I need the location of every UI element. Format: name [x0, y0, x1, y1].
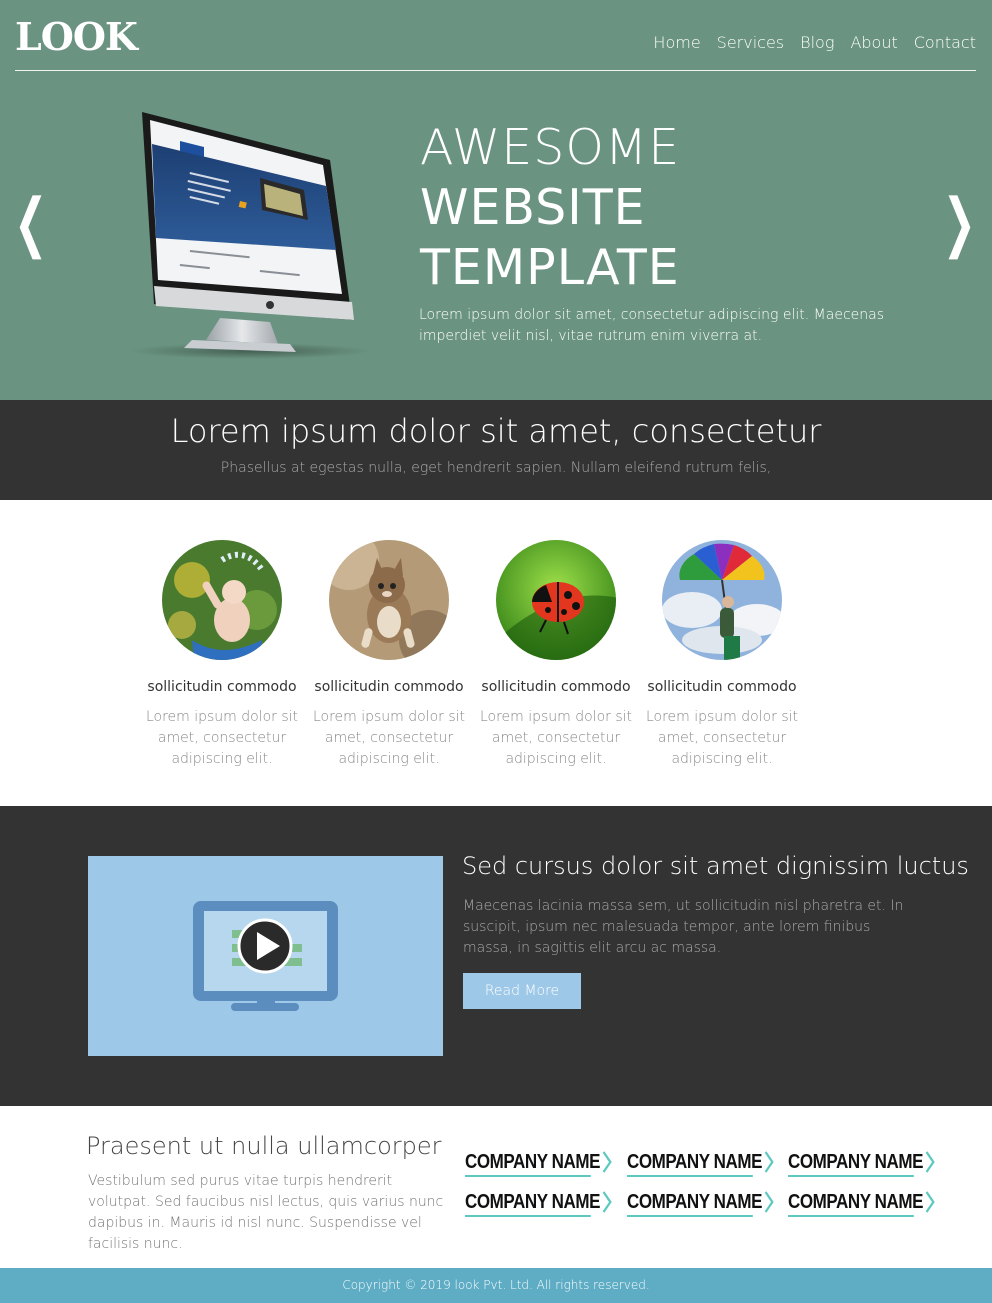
features-section: sollicitudin commodo Lorem ipsum dolor s…: [0, 500, 992, 806]
feature-card: sollicitudin commodo Lorem ipsum dolor s…: [642, 540, 802, 770]
chevron-right-icon: [602, 1151, 612, 1173]
feature-image-umbrella: [662, 540, 782, 660]
band-title: Lorem ipsum dolor sit amet, consectetur: [170, 412, 822, 450]
logo[interactable]: LOOK: [15, 14, 138, 59]
company-underline: [788, 1215, 914, 1217]
feature-title: sollicitudin commodo: [647, 679, 797, 695]
company-name: COMPANY NAME: [465, 1150, 601, 1173]
partners-title: Praesent ut nulla ullamcorper: [86, 1132, 442, 1160]
company-underline: [465, 1215, 591, 1217]
hero-title-line-1: AWESOME: [420, 119, 681, 176]
nav-about[interactable]: About: [850, 33, 897, 52]
company-underline: [627, 1175, 753, 1177]
nav-contact[interactable]: Contact: [914, 33, 976, 52]
company-underline: [627, 1215, 753, 1217]
partners-description: Vestibulum sed purus vitae turpis hendre…: [88, 1173, 444, 1252]
feature-image-ladybug: [496, 540, 616, 660]
company-logo[interactable]: COMPANY NAME: [627, 1190, 774, 1217]
band-subtitle: Phasellus at egestas nulla, eget hendrer…: [220, 460, 772, 476]
company-name: COMPANY NAME: [465, 1190, 601, 1213]
feature-title: sollicitudin commodo: [481, 679, 631, 695]
video-title: Sed cursus dolor sit amet dignissim luct…: [462, 852, 969, 880]
nav-blog[interactable]: Blog: [800, 33, 834, 52]
company-logo[interactable]: COMPANY NAME: [465, 1150, 612, 1177]
chevron-right-icon: [925, 1151, 935, 1173]
main-nav: Home Services Blog About Contact: [653, 33, 976, 52]
feature-title: sollicitudin commodo: [314, 679, 464, 695]
feature-card: sollicitudin commodo Lorem ipsum dolor s…: [476, 540, 636, 770]
copyright-text: Copyright © 2019 look Pvt. Ltd. All righ…: [342, 1278, 650, 1292]
feature-text: Lorem ipsum dolor sit amet, consectetur …: [645, 709, 799, 767]
feature-text: Lorem ipsum dolor sit amet, consectetur …: [479, 709, 633, 767]
chevron-right-icon: [602, 1191, 612, 1213]
hero-section: LOOK Home Services Blog About Contact ❮ …: [0, 0, 992, 400]
intro-band: Lorem ipsum dolor sit amet, consectetur …: [0, 400, 992, 500]
feature-card: sollicitudin commodo Lorem ipsum dolor s…: [142, 540, 302, 770]
company-name: COMPANY NAME: [788, 1150, 924, 1173]
footer: Copyright © 2019 look Pvt. Ltd. All righ…: [0, 1268, 992, 1303]
hero-title-line-3: TEMPLATE: [420, 239, 680, 296]
slider-prev-icon[interactable]: ❮: [14, 186, 48, 260]
feature-image-kitten: [329, 540, 449, 660]
chevron-right-icon: [925, 1191, 935, 1213]
company-name: COMPANY NAME: [627, 1190, 763, 1213]
company-logo[interactable]: COMPANY NAME: [627, 1150, 774, 1177]
feature-title: sollicitudin commodo: [147, 679, 297, 695]
feature-text: Lorem ipsum dolor sit amet, consectetur …: [312, 709, 466, 767]
company-logo[interactable]: COMPANY NAME: [788, 1150, 935, 1177]
company-logo[interactable]: COMPANY NAME: [465, 1190, 612, 1217]
read-more-button[interactable]: Read More: [463, 973, 581, 1009]
nav-home[interactable]: Home: [653, 33, 700, 52]
hero-monitor-image: [130, 112, 370, 359]
company-underline: [788, 1175, 914, 1177]
company-name: COMPANY NAME: [627, 1150, 763, 1173]
hero-title: AWESOME WEBSITE TEMPLATE: [420, 118, 680, 298]
hero-description: Lorem ipsum dolor sit amet, consectetur …: [419, 307, 885, 344]
feature-image-child: [162, 540, 282, 660]
company-name: COMPANY NAME: [788, 1190, 924, 1213]
chevron-right-icon: [764, 1151, 774, 1173]
chevron-right-icon: [764, 1191, 774, 1213]
video-description: Maecenas lacinia massa sem, ut sollicitu…: [463, 898, 904, 956]
feature-card: sollicitudin commodo Lorem ipsum dolor s…: [309, 540, 469, 770]
video-player[interactable]: [88, 856, 443, 1056]
partners-section: Praesent ut nulla ullamcorper Vestibulum…: [0, 1106, 992, 1268]
hero-title-line-2: WEBSITE: [420, 179, 646, 236]
nav-services[interactable]: Services: [717, 33, 784, 52]
play-icon[interactable]: [237, 918, 293, 974]
slider-next-icon[interactable]: ❯: [942, 186, 976, 260]
video-section: Sed cursus dolor sit amet dignissim luct…: [0, 806, 992, 1106]
company-underline: [465, 1175, 591, 1177]
nav-divider: [15, 70, 976, 71]
company-logo[interactable]: COMPANY NAME: [788, 1190, 935, 1217]
feature-text: Lorem ipsum dolor sit amet, consectetur …: [145, 709, 299, 767]
